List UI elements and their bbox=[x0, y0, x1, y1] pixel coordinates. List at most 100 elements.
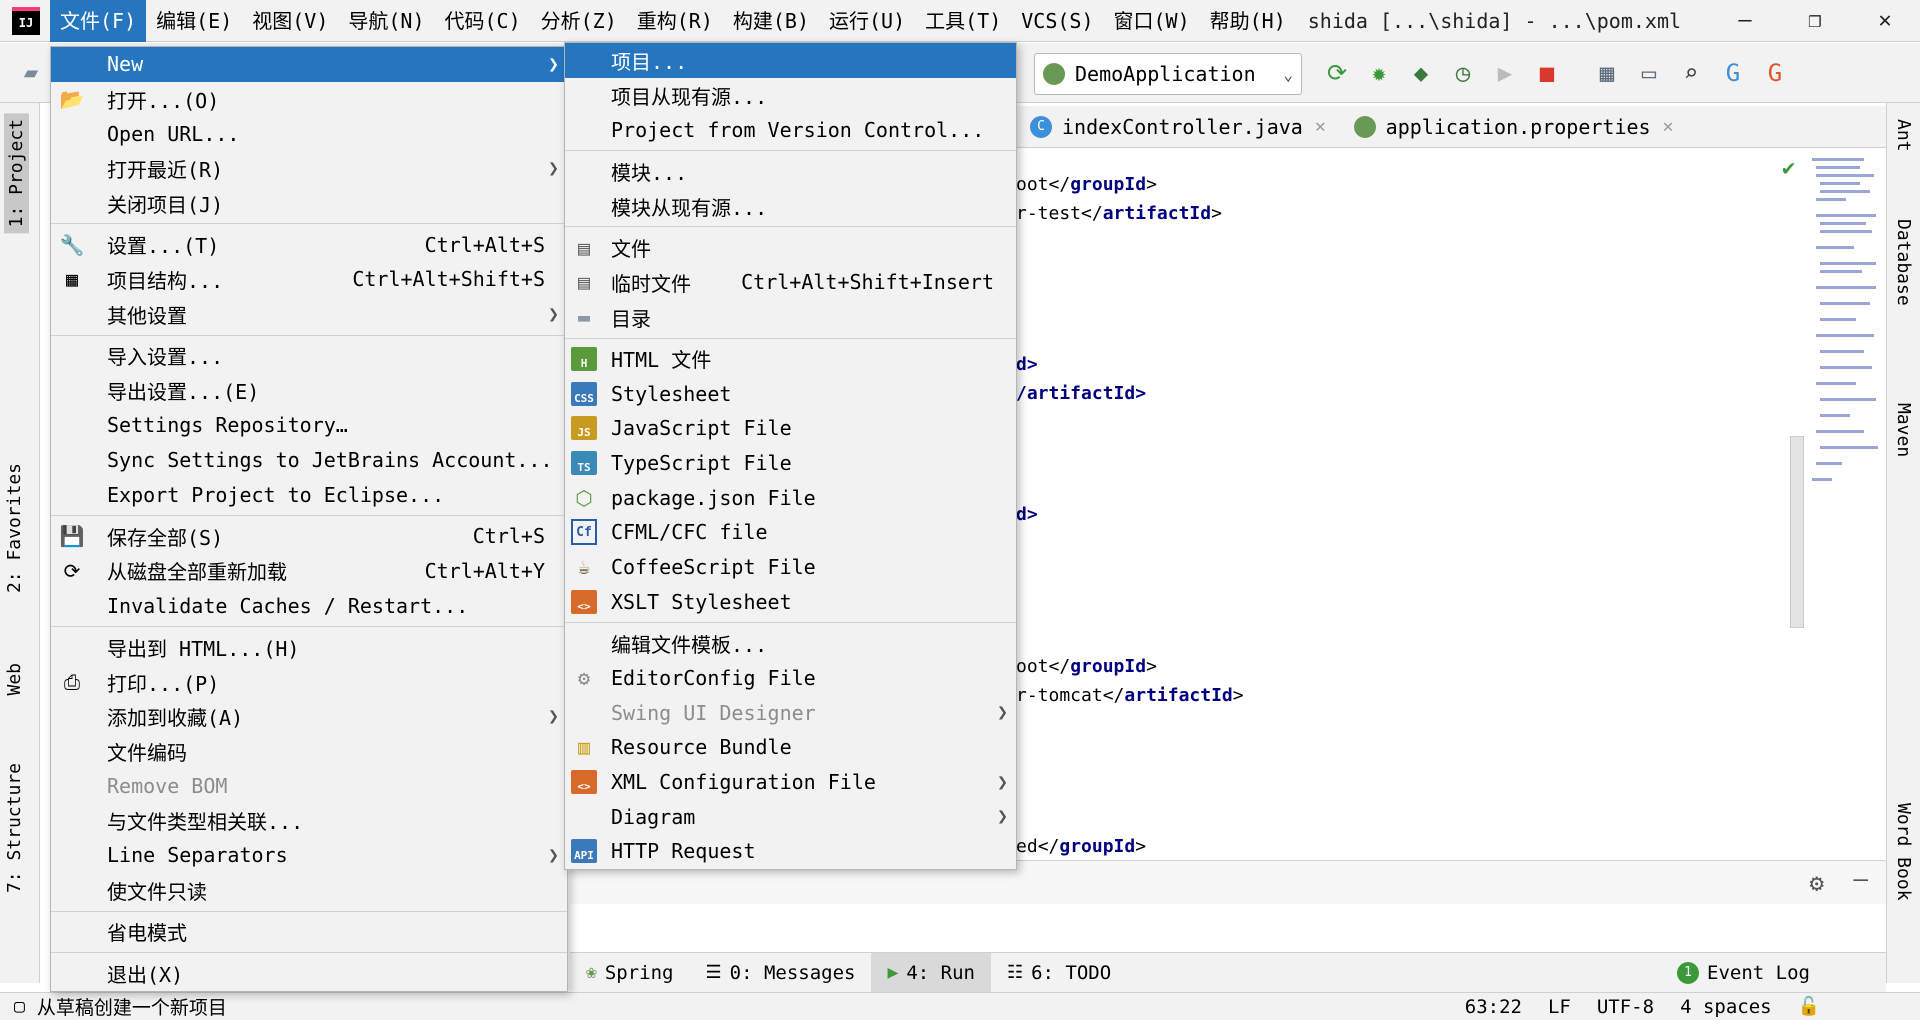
file-menu-item-26[interactable]: Line Separators ❯ bbox=[51, 838, 567, 873]
rerun-icon[interactable]: ⟳ bbox=[1322, 58, 1352, 88]
tool-window-database[interactable]: Database bbox=[1893, 219, 1914, 306]
caret-position[interactable]: 63:22 bbox=[1465, 996, 1522, 1018]
project-structure-icon[interactable]: ▦ bbox=[1592, 58, 1622, 88]
file-menu-item-18[interactable]: Invalidate Caches / Restart... bbox=[51, 588, 567, 623]
menu-12[interactable]: 帮助(H) bbox=[1200, 0, 1296, 42]
file-menu-item-13[interactable]: Sync Settings to JetBrains Account... bbox=[51, 443, 567, 478]
tool-window-project[interactable]: 1: Project bbox=[4, 113, 29, 234]
menu-7[interactable]: 构建(B) bbox=[723, 0, 819, 42]
folder-icon[interactable]: ▰ bbox=[16, 57, 46, 87]
run-configuration-select[interactable]: DemoApplication ⌄ bbox=[1034, 53, 1302, 95]
new-menu-item-15[interactable]: ⬡ package.json File bbox=[565, 480, 1016, 515]
new-menu-item-11[interactable]: H HTML 文件 bbox=[565, 342, 1016, 377]
new-menu-item-0[interactable]: 项目... bbox=[565, 43, 1016, 78]
editor-scrollbar[interactable] bbox=[1790, 436, 1804, 628]
file-menu-item-10[interactable]: 导入设置... bbox=[51, 339, 567, 374]
tool-messages[interactable]: ☰ 0: Messages bbox=[689, 953, 871, 993]
file-menu-item-8[interactable]: 其他设置 ❯ bbox=[51, 297, 567, 332]
file-menu-item-31[interactable]: 退出(X) bbox=[51, 956, 567, 991]
terminal-icon[interactable]: ▭ bbox=[1634, 58, 1664, 88]
new-menu-item-25[interactable]: Diagram ❯ bbox=[565, 799, 1016, 834]
new-menu-item-7[interactable]: ▤ 文件 bbox=[565, 230, 1016, 265]
coverage-icon[interactable]: ◆ bbox=[1406, 58, 1436, 88]
new-menu-item-22[interactable]: Swing UI Designer ❯ bbox=[565, 695, 1016, 730]
gear-icon[interactable]: ⚙ bbox=[1810, 869, 1824, 897]
file-menu-item-6[interactable]: 🔧 设置...(T) Ctrl+Alt+S bbox=[51, 227, 567, 262]
file-encoding[interactable]: UTF-8 bbox=[1597, 996, 1654, 1018]
menu-8[interactable]: 运行(U) bbox=[819, 0, 915, 42]
menu-0[interactable]: 文件(F) bbox=[50, 0, 147, 42]
file-menu-item-21[interactable]: ⎙ 打印...(P) bbox=[51, 665, 567, 700]
tool-window-web[interactable]: Web bbox=[4, 663, 25, 696]
menu-3[interactable]: 导航(N) bbox=[338, 0, 434, 42]
tab-index-controller[interactable]: C indexController.java ✕ bbox=[1016, 106, 1340, 148]
translate-icon[interactable]: G bbox=[1718, 58, 1748, 88]
tool-todo[interactable]: ☷ 6: TODO bbox=[991, 953, 1127, 993]
new-menu-item-16[interactable]: Cf CFML/CFC file bbox=[565, 515, 1016, 550]
new-menu-item-1[interactable]: 项目从现有源... bbox=[565, 78, 1016, 113]
panel-toggle-icon[interactable]: ▢ bbox=[14, 996, 25, 1017]
menu-10[interactable]: VCS(S) bbox=[1011, 0, 1103, 42]
debug-icon[interactable]: ✹ bbox=[1364, 58, 1394, 88]
new-menu-item-8[interactable]: ▤ 临时文件 Ctrl+Alt+Shift+Insert bbox=[565, 265, 1016, 300]
translate-alt-icon[interactable]: G bbox=[1760, 58, 1790, 88]
file-menu-item-25[interactable]: 与文件类型相关联... bbox=[51, 803, 567, 838]
tool-window-favorites[interactable]: 2: Favorites bbox=[4, 463, 25, 593]
file-menu-item-4[interactable]: 关闭项目(J) bbox=[51, 186, 567, 221]
tab-application-properties[interactable]: application.properties ✕ bbox=[1340, 106, 1688, 148]
new-menu-item-17[interactable]: ☕ CoffeeScript File bbox=[565, 550, 1016, 585]
file-menu-item-3[interactable]: 打开最近(R) ❯ bbox=[51, 151, 567, 186]
file-menu-item-24[interactable]: Remove BOM bbox=[51, 769, 567, 804]
stop-icon[interactable]: ■ bbox=[1532, 58, 1562, 88]
new-menu-item-24[interactable]: <> XML Configuration File ❯ bbox=[565, 765, 1016, 800]
lock-icon[interactable]: 🔓 bbox=[1798, 996, 1820, 1017]
file-menu-item-17[interactable]: ⟳ 从磁盘全部重新加载 Ctrl+Alt+Y bbox=[51, 554, 567, 589]
new-menu-item-14[interactable]: TS TypeScript File bbox=[565, 446, 1016, 481]
file-menu-item-1[interactable]: 📂 打开...(O) bbox=[51, 82, 567, 117]
menu-11[interactable]: 窗口(W) bbox=[1104, 0, 1200, 42]
new-menu-item-2[interactable]: Project from Version Control... bbox=[565, 112, 1016, 147]
new-menu-item-21[interactable]: ⚙ EditorConfig File bbox=[565, 661, 1016, 696]
menu-5[interactable]: 分析(Z) bbox=[531, 0, 627, 42]
file-menu-item-12[interactable]: Settings Repository… bbox=[51, 408, 567, 443]
tool-run[interactable]: ▶ 4: Run bbox=[871, 952, 991, 993]
tool-window-word-book[interactable]: Word Book bbox=[1893, 803, 1914, 901]
file-menu-item-7[interactable]: ▦ 项目结构... Ctrl+Alt+Shift+S bbox=[51, 262, 567, 297]
hide-panel-icon[interactable]: — bbox=[1854, 865, 1868, 893]
tool-event-log[interactable]: 1 Event Log bbox=[1661, 953, 1826, 993]
line-separator[interactable]: LF bbox=[1548, 996, 1571, 1018]
new-menu-item-13[interactable]: JS JavaScript File bbox=[565, 411, 1016, 446]
new-menu-item-4[interactable]: 模块... bbox=[565, 154, 1016, 189]
indent-setting[interactable]: 4 spaces bbox=[1680, 996, 1772, 1018]
new-menu-item-20[interactable]: 编辑文件模板... bbox=[565, 626, 1016, 661]
file-menu-item-11[interactable]: 导出设置...(E) bbox=[51, 373, 567, 408]
new-menu-item-23[interactable]: ▥ Resource Bundle bbox=[565, 730, 1016, 765]
new-menu-item-18[interactable]: <> XSLT Stylesheet bbox=[565, 584, 1016, 619]
file-menu-item-0[interactable]: New ❯ bbox=[51, 47, 567, 82]
search-icon[interactable]: ⌕ bbox=[1676, 58, 1706, 88]
restore-button[interactable]: ❐ bbox=[1780, 0, 1850, 42]
tool-window-maven[interactable]: Maven bbox=[1893, 403, 1914, 457]
profile-icon[interactable]: ◷ bbox=[1448, 58, 1478, 88]
code-editor[interactable]: oot</groupId> r-test</artifactId> d> /ar… bbox=[1016, 148, 1886, 860]
file-menu-item-20[interactable]: 导出到 HTML...(H) bbox=[51, 630, 567, 665]
tool-window-ant[interactable]: Ant bbox=[1893, 119, 1914, 152]
file-menu-item-22[interactable]: 添加到收藏(A) ❯ bbox=[51, 699, 567, 734]
menu-9[interactable]: 工具(T) bbox=[915, 0, 1011, 42]
menu-4[interactable]: 代码(C) bbox=[435, 0, 531, 42]
new-menu-item-5[interactable]: 模块从现有源... bbox=[565, 189, 1016, 224]
menu-6[interactable]: 重构(R) bbox=[627, 0, 723, 42]
file-menu-item-23[interactable]: 文件编码 bbox=[51, 734, 567, 769]
menu-1[interactable]: 编辑(E) bbox=[146, 0, 242, 42]
minimize-button[interactable]: — bbox=[1710, 0, 1780, 42]
tool-spring[interactable]: ❀ Spring bbox=[570, 953, 689, 993]
file-menu-item-27[interactable]: 使文件只读 bbox=[51, 873, 567, 908]
menu-2[interactable]: 视图(V) bbox=[242, 0, 338, 42]
new-menu-item-9[interactable]: ▬ 目录 bbox=[565, 300, 1016, 335]
file-menu-item-16[interactable]: 💾 保存全部(S) Ctrl+S bbox=[51, 519, 567, 554]
tool-window-structure[interactable]: 7: Structure bbox=[4, 763, 25, 893]
new-menu-item-26[interactable]: API HTTP Request bbox=[565, 834, 1016, 869]
close-tab-icon[interactable]: ✕ bbox=[1315, 116, 1326, 137]
close-button[interactable]: ✕ bbox=[1850, 0, 1920, 42]
file-menu-item-29[interactable]: 省电模式 bbox=[51, 915, 567, 950]
